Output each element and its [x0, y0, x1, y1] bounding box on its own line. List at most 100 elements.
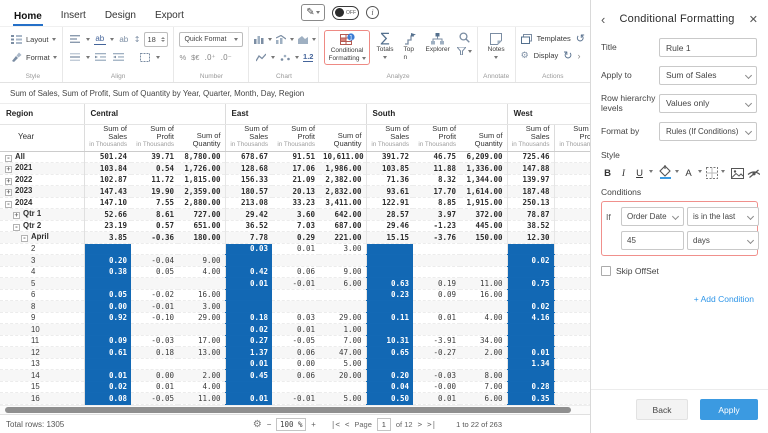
cell[interactable] — [131, 323, 178, 336]
cell[interactable]: 1,614.00 — [460, 185, 508, 198]
cell[interactable] — [553, 231, 590, 244]
cell[interactable]: -3.76 — [413, 231, 461, 244]
cell[interactable]: 1.34 — [506, 358, 555, 370]
edit-mode-button[interactable]: ✎ — [301, 4, 325, 21]
conditional-formatting-button[interactable]: 1 Conditional Formatting — [324, 30, 370, 65]
number-format-chart-icon[interactable]: 1.2 — [303, 52, 314, 62]
cell[interactable]: 0.45 — [224, 369, 273, 382]
cell[interactable]: 678.67 — [224, 151, 273, 163]
cell[interactable] — [553, 277, 590, 290]
cell[interactable] — [553, 312, 590, 324]
cell[interactable]: 2,382.00 — [319, 174, 367, 186]
cell[interactable] — [413, 358, 461, 370]
cell[interactable]: 52.66 — [83, 208, 131, 221]
cell[interactable]: 1,915.00 — [460, 197, 508, 209]
row-label[interactable]: 15 — [0, 381, 85, 393]
cell[interactable]: 16.00 — [460, 289, 508, 301]
row-label[interactable]: + Qtr 1 — [0, 208, 85, 221]
cell[interactable] — [224, 300, 273, 313]
cell[interactable] — [553, 208, 590, 221]
cell[interactable]: 156.33 — [224, 174, 273, 186]
cell[interactable]: 0.18 — [224, 312, 273, 324]
cell[interactable]: -0.10 — [131, 312, 178, 324]
cell[interactable]: 5.00 — [319, 358, 367, 370]
row-label[interactable]: +2022 — [0, 174, 85, 186]
cell[interactable] — [365, 254, 414, 267]
column-group-header[interactable]: East — [224, 104, 367, 125]
cell[interactable]: 8.61 — [131, 208, 178, 221]
expand-icon[interactable]: + — [5, 166, 12, 174]
cell[interactable] — [553, 243, 590, 255]
row-label[interactable]: 11 — [0, 335, 85, 347]
scrollbar-thumb[interactable] — [5, 407, 571, 413]
cell[interactable]: 9.00 — [178, 254, 226, 267]
notes-button[interactable]: Notes — [485, 30, 508, 60]
cell[interactable]: 0.50 — [365, 392, 414, 405]
last-page-button[interactable]: >| — [427, 420, 436, 429]
cell[interactable]: -0.05 — [272, 335, 320, 347]
search-icon[interactable] — [459, 32, 470, 43]
cell[interactable] — [319, 381, 367, 393]
row-label[interactable]: - Qtr 2 — [0, 220, 85, 232]
layout-button[interactable]: Layout — [9, 33, 56, 46]
cell[interactable] — [460, 266, 508, 278]
cell[interactable]: 28.57 — [365, 208, 414, 221]
cell[interactable]: -0.01 — [131, 300, 178, 313]
zoom-out-button[interactable]: − — [267, 420, 272, 429]
cell[interactable]: -0.05 — [131, 392, 178, 405]
cell[interactable]: 0.29 — [272, 231, 320, 244]
tab-insert[interactable]: Insert — [60, 5, 87, 26]
skip-offset-checkbox[interactable] — [601, 266, 611, 276]
row-label[interactable]: - April — [0, 231, 85, 244]
totals-button[interactable]: ∑ Totals — [374, 30, 397, 60]
cell[interactable]: 0.03 — [272, 312, 320, 324]
borders-icon[interactable] — [138, 51, 152, 64]
line-chart-icon[interactable] — [254, 51, 266, 64]
cell[interactable]: -0.36 — [131, 231, 178, 244]
row-label[interactable]: 4 — [0, 266, 85, 278]
cell[interactable]: 34.00 — [460, 335, 508, 347]
cell[interactable] — [413, 323, 461, 336]
cell[interactable] — [506, 289, 555, 301]
cell[interactable]: 33.23 — [272, 197, 320, 209]
cell[interactable]: 3.85 — [83, 231, 131, 244]
cell[interactable]: 0.01 — [131, 381, 178, 393]
cell[interactable]: 187.48 — [506, 185, 555, 198]
cell[interactable]: 7.00 — [319, 335, 367, 347]
measure-header[interactable]: Sum of Sales in Thousands — [83, 124, 131, 152]
cell[interactable]: 147.88 — [506, 162, 555, 175]
year-hierarchy-header[interactable]: Year — [0, 124, 84, 152]
cell[interactable] — [553, 381, 590, 393]
cell[interactable]: 6,209.00 — [460, 151, 508, 163]
cell[interactable] — [413, 254, 461, 267]
cell[interactable]: 0.01 — [224, 277, 273, 290]
cell[interactable]: 7.78 — [224, 231, 273, 244]
cell[interactable] — [506, 243, 555, 255]
column-group-header[interactable]: West — [506, 104, 590, 125]
cell[interactable]: 122.91 — [365, 197, 414, 209]
cell[interactable]: 19.90 — [131, 185, 178, 198]
cell[interactable] — [319, 289, 367, 301]
cell[interactable]: 147.43 — [83, 185, 131, 198]
cell[interactable]: 4.00 — [178, 381, 226, 393]
display-button[interactable]: Display — [534, 51, 559, 60]
font-size-stepper[interactable]: 18 — [144, 31, 169, 47]
row-label[interactable]: 16 — [0, 392, 85, 405]
cell[interactable]: -0.02 — [131, 289, 178, 301]
increase-decimal-icon[interactable]: .0⁺ — [204, 53, 215, 62]
cell[interactable]: 39.71 — [131, 151, 178, 163]
cell[interactable]: 651.00 — [178, 220, 226, 232]
cell[interactable]: 0.65 — [365, 346, 414, 359]
cell[interactable] — [83, 277, 131, 290]
redo-icon[interactable]: ↻ — [563, 50, 572, 61]
back-button[interactable]: Back — [636, 399, 688, 420]
scatter-chart-icon[interactable] — [279, 51, 291, 64]
collapse-icon[interactable]: - — [13, 224, 20, 231]
cell[interactable] — [365, 300, 414, 313]
first-page-button[interactable]: |< — [331, 420, 340, 429]
cell[interactable] — [131, 243, 178, 255]
cell[interactable]: 5.00 — [319, 392, 367, 405]
cell[interactable] — [460, 358, 508, 370]
cell[interactable]: 0.57 — [131, 220, 178, 232]
cell[interactable]: 36.52 — [224, 220, 273, 232]
